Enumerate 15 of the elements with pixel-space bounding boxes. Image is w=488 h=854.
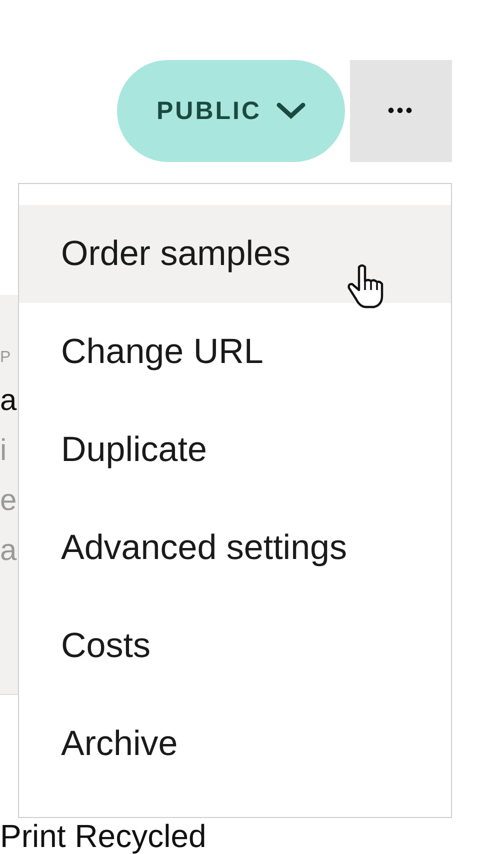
menu-item[interactable]: Costs: [19, 597, 451, 695]
menu-item[interactable]: Duplicate: [19, 401, 451, 499]
product-title: Print Recycled: [0, 820, 208, 852]
card-text: P: [0, 350, 14, 366]
hand-cursor-icon: [347, 263, 385, 309]
card-text: i: [0, 436, 8, 466]
card-text: a: [0, 536, 18, 566]
chevron-down-icon: [276, 102, 306, 120]
visibility-dropdown[interactable]: PUBLIC: [117, 60, 345, 162]
menu-item[interactable]: Advanced settings: [19, 499, 451, 597]
card-text: e: [0, 486, 18, 516]
menu-item[interactable]: Archive: [19, 695, 451, 793]
menu-item[interactable]: Change URL: [19, 303, 451, 401]
more-button[interactable]: •••: [350, 60, 452, 162]
card-text: a: [0, 386, 18, 416]
